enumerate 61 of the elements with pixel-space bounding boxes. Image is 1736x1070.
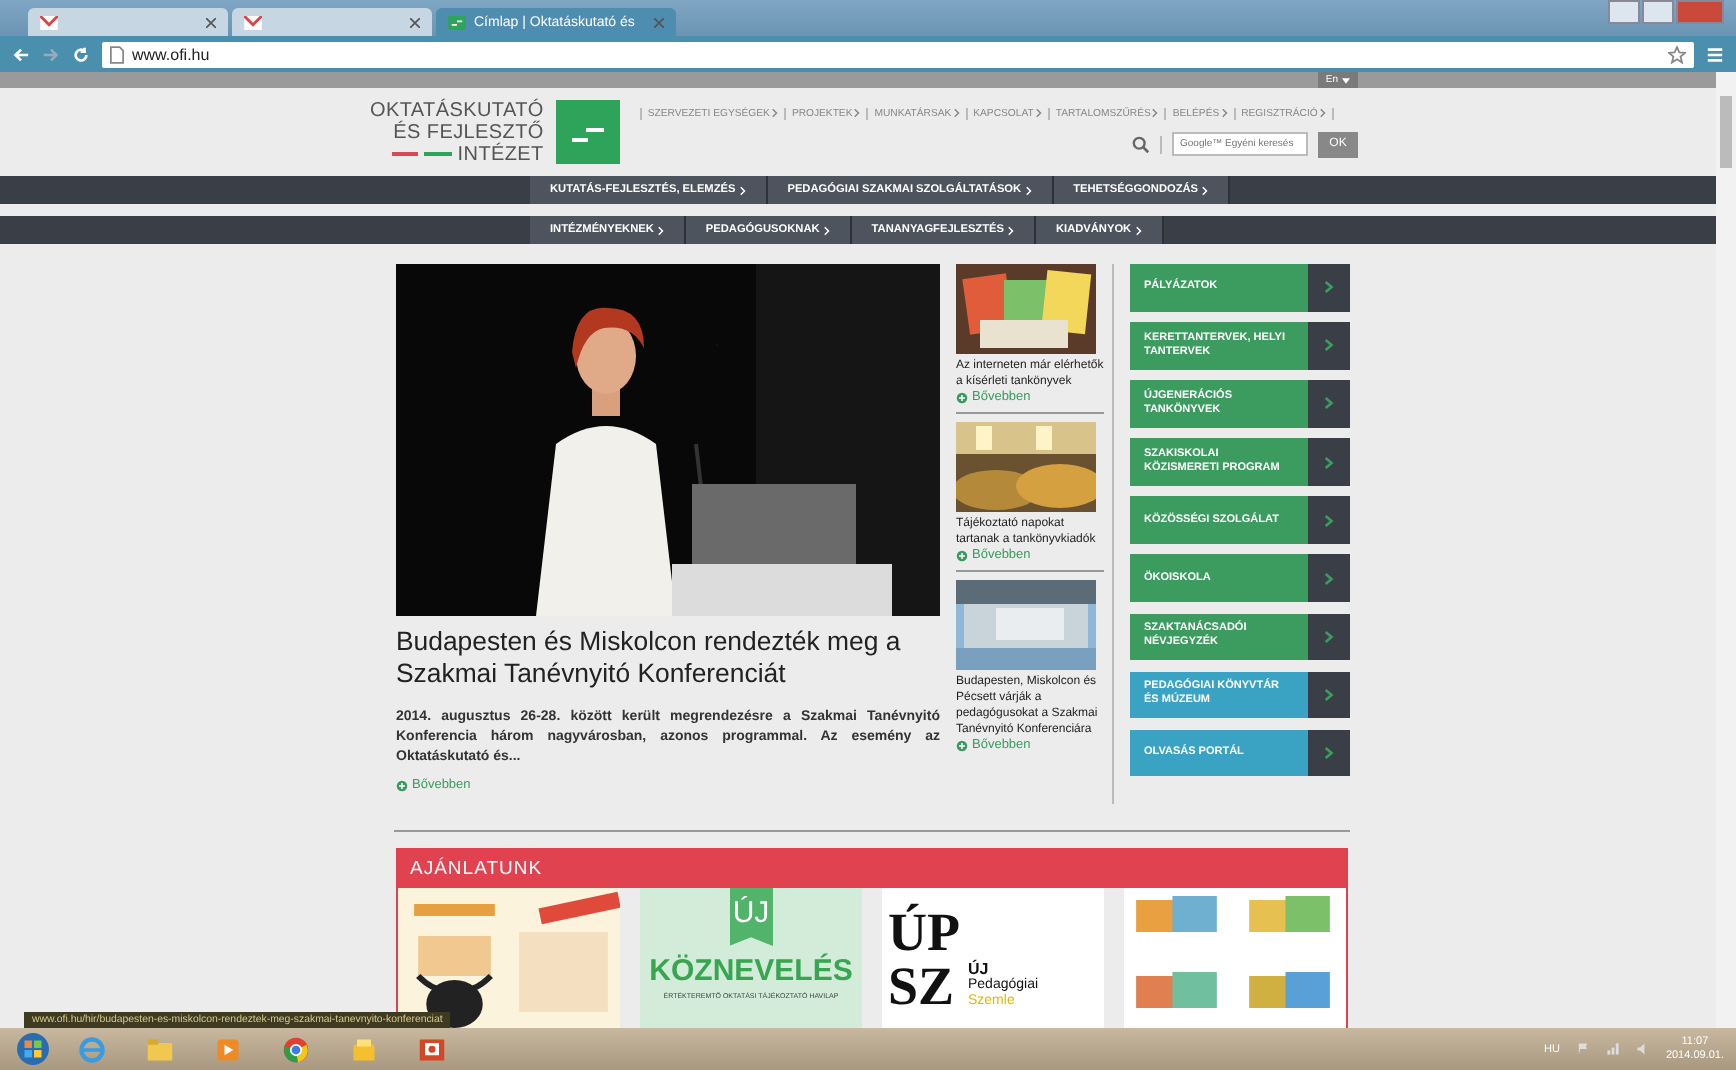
menu-icon[interactable] bbox=[1706, 45, 1724, 63]
plus-icon bbox=[956, 391, 968, 403]
reload-icon[interactable] bbox=[72, 45, 90, 63]
logo-icon[interactable] bbox=[555, 100, 620, 164]
plus-icon bbox=[396, 779, 408, 791]
mail-icon bbox=[244, 15, 262, 29]
caret-icon bbox=[1342, 77, 1350, 83]
chevron-icon bbox=[1324, 455, 1334, 470]
chevron-icon bbox=[657, 225, 664, 235]
browser-tab[interactable] bbox=[232, 8, 432, 36]
chevron-icon bbox=[1324, 280, 1334, 295]
scrollbar[interactable] bbox=[1716, 72, 1736, 1028]
chevron-icon bbox=[1025, 185, 1032, 195]
chevron-icon bbox=[1324, 571, 1334, 586]
chevron-icon bbox=[1324, 629, 1334, 644]
chevron-icon bbox=[1035, 108, 1042, 118]
chevron-icon bbox=[1152, 108, 1159, 118]
logo-dashes-icon bbox=[391, 151, 452, 157]
journal-logo-text: ÚP bbox=[888, 906, 960, 960]
chevron-icon bbox=[1319, 108, 1326, 118]
chevron-icon bbox=[771, 108, 778, 118]
chevron-icon bbox=[953, 108, 960, 118]
logo-text: OKTATÁSKUTATÓ bbox=[370, 99, 544, 121]
browser-tab[interactable] bbox=[28, 8, 228, 36]
speaker-icon[interactable] bbox=[1635, 1042, 1650, 1056]
chevron-icon bbox=[1324, 513, 1334, 528]
journal-title: ÚJ bbox=[968, 962, 989, 978]
chevron-icon bbox=[1324, 338, 1334, 353]
plus-icon bbox=[956, 739, 968, 751]
close-icon[interactable] bbox=[410, 17, 420, 27]
network-icon[interactable] bbox=[1605, 1042, 1620, 1056]
star-icon[interactable] bbox=[1668, 45, 1686, 63]
journal-logo-text: SZ bbox=[888, 960, 957, 1014]
article-headline[interactable]: Budapesten és Miskolcon rendezték meg a Szakmai Tanévnyitó Konferenciát bbox=[396, 626, 940, 690]
chevron-icon bbox=[854, 108, 861, 118]
chevron-icon bbox=[1324, 396, 1334, 411]
chevron-icon bbox=[1135, 225, 1142, 235]
back-icon[interactable] bbox=[12, 45, 30, 63]
logo-text: INTÉZET bbox=[457, 143, 544, 165]
magazine-title: KÖZNEVELÉS bbox=[649, 954, 853, 988]
close-icon[interactable] bbox=[206, 17, 216, 27]
window-controls[interactable] bbox=[1608, 0, 1724, 24]
ribbon-mark: ÚJ bbox=[729, 888, 773, 946]
address-field[interactable]: www.ofi.hu bbox=[102, 41, 1694, 67]
plus-icon bbox=[956, 549, 968, 561]
chevron-icon bbox=[1324, 746, 1334, 760]
chevron-icon bbox=[1324, 687, 1334, 702]
site-icon bbox=[448, 15, 466, 29]
chevron-icon bbox=[739, 185, 746, 195]
search-icon[interactable] bbox=[1132, 135, 1162, 153]
chevron-icon bbox=[1202, 185, 1209, 195]
section-title: AJÁNLATUNK bbox=[408, 855, 545, 884]
start-button[interactable] bbox=[16, 1032, 50, 1066]
chevron-icon bbox=[1007, 225, 1014, 235]
chevron-icon bbox=[1221, 108, 1228, 118]
flag-icon[interactable] bbox=[1575, 1042, 1590, 1056]
page-icon bbox=[110, 45, 124, 63]
mail-icon bbox=[40, 15, 58, 29]
chevron-icon bbox=[823, 225, 830, 235]
logo-text: ÉS FEJLESZTŐ bbox=[393, 121, 544, 143]
close-icon[interactable] bbox=[654, 17, 664, 27]
